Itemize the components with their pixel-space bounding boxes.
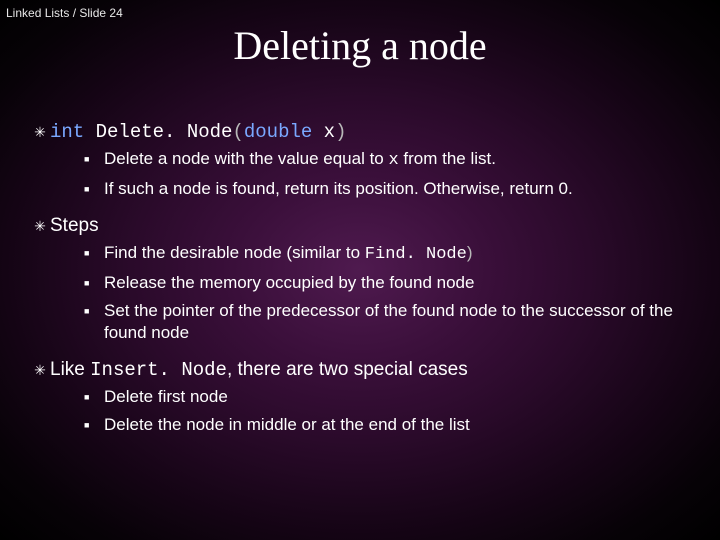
- sublist: ■ Delete first node ■ Delete the node in…: [84, 386, 698, 436]
- bullet-text: Delete first node: [104, 386, 228, 408]
- bullet-level1: ✳ Like Insert. Node, there are two speci…: [30, 358, 698, 382]
- bullet-level2: ■ Delete a node with the value equal to …: [84, 148, 698, 172]
- bullet-level1: ✳ Steps: [30, 214, 698, 238]
- sublist: ■ Find the desirable node (similar to Fi…: [84, 242, 698, 344]
- section-heading: Steps: [50, 214, 99, 238]
- bullet-text: Release the memory occupied by the found…: [104, 272, 474, 294]
- paren-close: ): [335, 121, 346, 143]
- text-span: from the list.: [399, 149, 496, 168]
- bullet-level2: ■ Find the desirable node (similar to Fi…: [84, 242, 698, 266]
- slide-title: Deleting a node: [0, 22, 720, 69]
- fn-name: Delete. Node: [84, 121, 232, 143]
- text-span: ): [467, 243, 473, 262]
- bullet-level2: ■ Release the memory occupied by the fou…: [84, 272, 698, 294]
- text-span: Delete a node with the value equal to: [104, 149, 388, 168]
- square-icon: ■: [84, 414, 104, 436]
- square-icon: ■: [84, 272, 104, 294]
- star-icon: ✳: [30, 120, 50, 144]
- bullet-level2: ■ Set the pointer of the predecessor of …: [84, 300, 698, 344]
- sublist: ■ Delete a node with the value equal to …: [84, 148, 698, 200]
- square-icon: ■: [84, 242, 104, 264]
- code-span: Find. Node: [365, 245, 467, 264]
- breadcrumb: Linked Lists / Slide 24: [6, 6, 123, 20]
- text-span: , there are two special cases: [227, 359, 468, 380]
- square-icon: ■: [84, 386, 104, 408]
- square-icon: ■: [84, 148, 104, 170]
- bullet-level2: ■ If such a node is found, return its po…: [84, 178, 698, 200]
- bullet-text: If such a node is found, return its posi…: [104, 178, 573, 200]
- bullet-text: Delete the node in middle or at the end …: [104, 414, 470, 436]
- square-icon: ■: [84, 178, 104, 200]
- code-span: x: [388, 151, 398, 170]
- keyword-int: int: [50, 121, 84, 143]
- section-heading: Like Insert. Node, there are two special…: [50, 358, 468, 382]
- paren-open: (: [232, 121, 243, 143]
- text-span: Find the desirable node (similar to: [104, 243, 365, 262]
- bullet-level1: ✳ int Delete. Node(double x): [30, 120, 698, 144]
- code-signature: int Delete. Node(double x): [50, 120, 347, 144]
- text-span: Like: [50, 359, 90, 380]
- keyword-double: double: [244, 121, 312, 143]
- square-icon: ■: [84, 300, 104, 322]
- bullet-level2: ■ Delete first node: [84, 386, 698, 408]
- slide-content: ✳ int Delete. Node(double x) ■ Delete a …: [30, 120, 698, 450]
- code-span: Insert. Node: [90, 359, 227, 381]
- slide: Linked Lists / Slide 24 Deleting a node …: [0, 0, 720, 540]
- star-icon: ✳: [30, 214, 50, 238]
- arg-name: x: [312, 121, 335, 143]
- bullet-level2: ■ Delete the node in middle or at the en…: [84, 414, 698, 436]
- bullet-text: Find the desirable node (similar to Find…: [104, 242, 473, 266]
- star-icon: ✳: [30, 358, 50, 382]
- bullet-text: Delete a node with the value equal to x …: [104, 148, 496, 172]
- bullet-text: Set the pointer of the predecessor of th…: [104, 300, 698, 344]
